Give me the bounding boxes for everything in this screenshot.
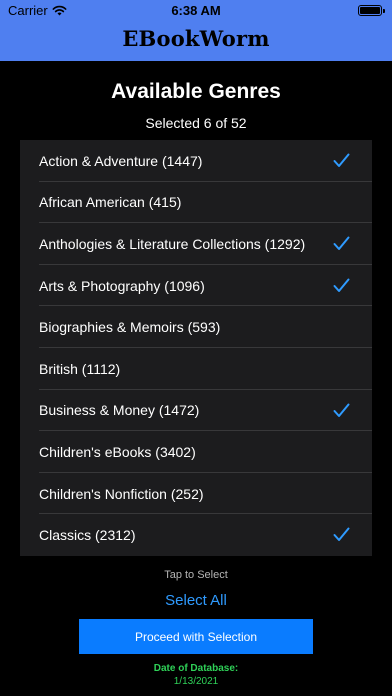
- genre-row[interactable]: Children's Nonfiction (252): [20, 473, 372, 515]
- database-date-label: Date of Database:: [153, 663, 239, 674]
- selection-count: Selected 6 of 52: [145, 115, 247, 131]
- genre-label: Children's eBooks (3402): [39, 443, 196, 460]
- genre-list[interactable]: Action & Adventure (1447) African America…: [20, 140, 372, 556]
- status-bar: Carrier 6:38 AM: [0, 0, 392, 22]
- select-all-button[interactable]: Select All: [0, 592, 392, 609]
- genre-label: Children's Nonfiction (252): [39, 485, 204, 502]
- app-header: Carrier 6:38 AM EBookWorm: [0, 0, 392, 61]
- checkmark-icon: [333, 278, 350, 292]
- genre-row[interactable]: Children's eBooks (3402): [20, 431, 372, 473]
- checkmark-icon: [333, 153, 350, 167]
- tap-hint: Tap to Select: [164, 569, 228, 581]
- genre-row[interactable]: British (1112): [20, 348, 372, 390]
- genre-label: African American (415): [39, 194, 182, 211]
- app-title: EBookWorm: [122, 26, 270, 51]
- genre-label: Business & Money (1472): [39, 402, 200, 419]
- checkmark-icon: [333, 236, 350, 251]
- genre-row[interactable]: Arts & Photography (1096): [20, 265, 372, 307]
- genre-label: Action & Adventure (1447): [39, 152, 203, 169]
- database-date-value: 1/13/2021: [173, 676, 219, 687]
- genre-row[interactable]: Anthologies & Literature Collections (12…: [20, 223, 372, 265]
- genre-row[interactable]: Classics (2312): [20, 514, 372, 556]
- genre-row[interactable]: African American (415): [20, 182, 372, 224]
- genre-label: Biographies & Memoirs (593): [39, 319, 221, 336]
- genre-label: British (1112): [39, 360, 121, 377]
- genre-row[interactable]: Action & Adventure (1447): [20, 140, 372, 182]
- genre-row[interactable]: Business & Money (1472): [20, 390, 372, 432]
- proceed-button[interactable]: Proceed with Selection: [79, 619, 313, 654]
- genre-label: Arts & Photography (1096): [39, 277, 205, 294]
- checkmark-icon: [333, 527, 350, 542]
- checkmark-icon: [333, 403, 350, 417]
- page-title: Available Genres: [111, 80, 281, 103]
- genre-label: Anthologies & Literature Collections (12…: [39, 235, 306, 252]
- genre-row[interactable]: Biographies & Memoirs (593): [20, 306, 372, 348]
- status-time: 6:38 AM: [171, 3, 221, 18]
- battery-icon: [358, 5, 385, 16]
- genre-label: Classics (2312): [39, 527, 136, 544]
